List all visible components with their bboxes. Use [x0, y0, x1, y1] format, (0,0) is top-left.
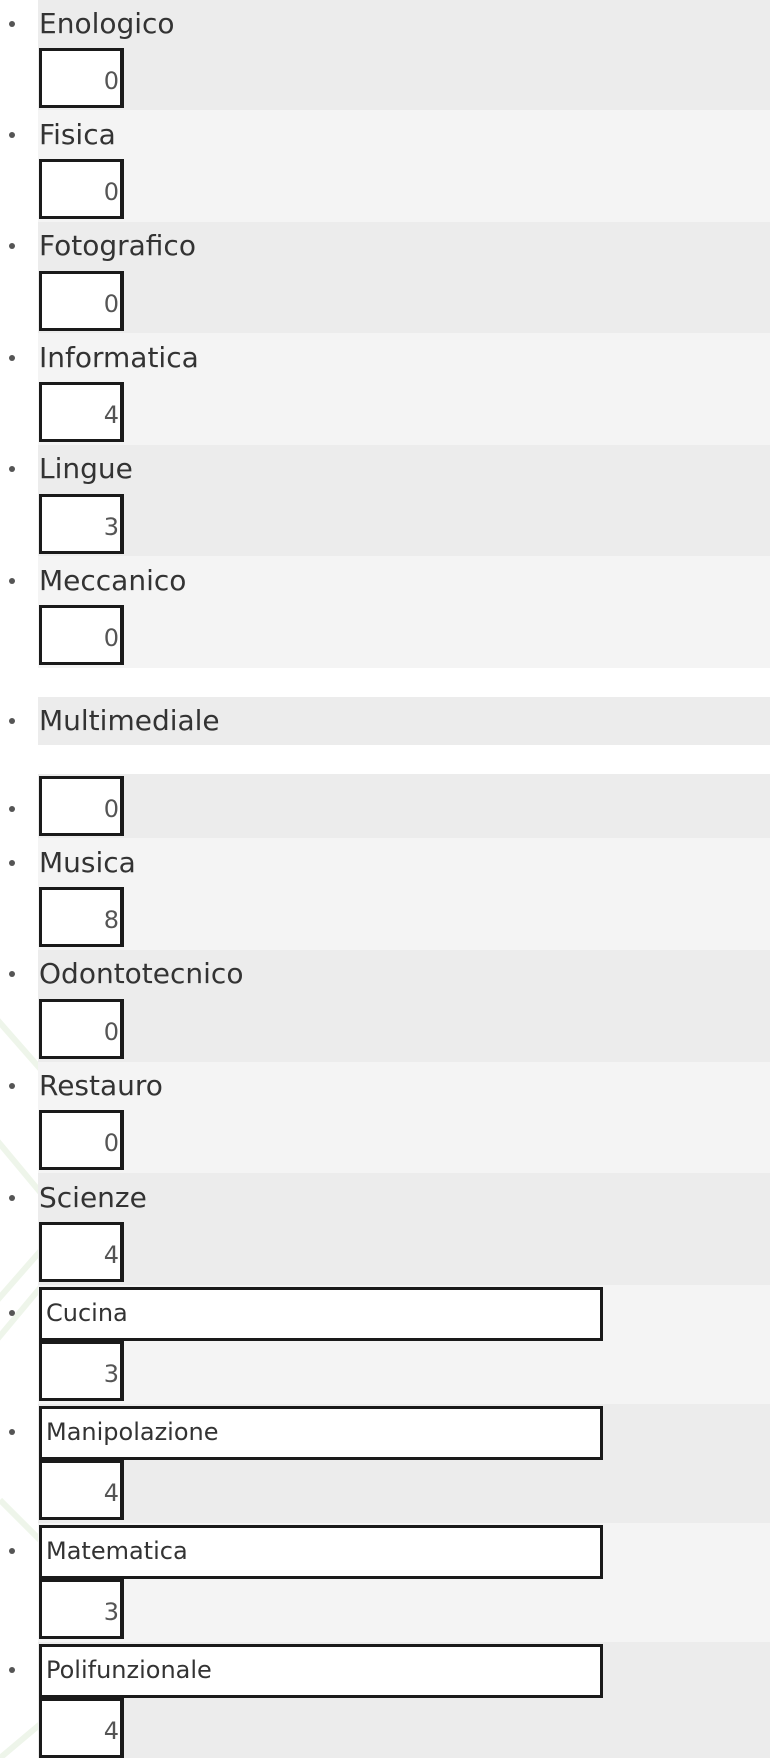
quantity-field[interactable]: 4: [39, 382, 124, 442]
quantity-field[interactable]: 0: [39, 999, 124, 1059]
custom-name-field[interactable]: Cucina: [39, 1287, 603, 1341]
bullet: [9, 578, 15, 584]
bullet: [9, 1548, 15, 1554]
item-label: Restauro: [39, 1069, 163, 1102]
bullet: [9, 132, 15, 138]
list-item: [38, 774, 770, 838]
quantity-field[interactable]: 0: [39, 776, 124, 836]
item-label: Multimediale: [39, 704, 220, 737]
bullet: [9, 1310, 15, 1316]
quantity-field[interactable]: 0: [39, 271, 124, 331]
item-label: Informatica: [39, 341, 199, 374]
quantity-field[interactable]: 3: [39, 1341, 124, 1401]
bullet: [9, 1429, 15, 1435]
bullet: [9, 1195, 15, 1201]
item-label: Fotografico: [39, 229, 196, 262]
list-item: [38, 445, 770, 556]
list-item: [38, 838, 770, 950]
item-label: Odontotecnico: [39, 957, 244, 990]
quantity-field[interactable]: 4: [39, 1222, 124, 1282]
item-label: Lingue: [39, 452, 133, 485]
bullet: [9, 21, 15, 27]
bullet: [9, 466, 15, 472]
bullet: [9, 355, 15, 361]
bullet: [9, 1083, 15, 1089]
item-label: Musica: [39, 846, 136, 879]
custom-name-field[interactable]: Matematica: [39, 1525, 603, 1579]
quantity-field[interactable]: 0: [39, 48, 124, 108]
bullet: [9, 1667, 15, 1673]
quantity-field[interactable]: 3: [39, 494, 124, 554]
custom-name-field[interactable]: Polifunzionale: [39, 1644, 603, 1698]
quantity-field[interactable]: 0: [39, 1110, 124, 1170]
list-item: [38, 110, 770, 222]
bullet: [9, 860, 15, 866]
bullet: [9, 243, 15, 249]
item-label: Meccanico: [39, 564, 187, 597]
item-label: Fisica: [39, 118, 116, 151]
list-item: [38, 1173, 770, 1285]
quantity-field[interactable]: 0: [39, 605, 124, 665]
custom-name-field[interactable]: Manipolazione: [39, 1406, 603, 1460]
quantity-field[interactable]: 3: [39, 1579, 124, 1639]
quantity-field[interactable]: 4: [39, 1460, 124, 1520]
quantity-field[interactable]: 8: [39, 887, 124, 947]
bullet: [9, 806, 15, 812]
bullet: [9, 971, 15, 977]
item-label: Enologico: [39, 7, 175, 40]
item-label: Scienze: [39, 1181, 147, 1214]
quantity-field[interactable]: 0: [39, 159, 124, 219]
quantity-field[interactable]: 4: [39, 1698, 124, 1758]
bullet: [9, 718, 15, 724]
